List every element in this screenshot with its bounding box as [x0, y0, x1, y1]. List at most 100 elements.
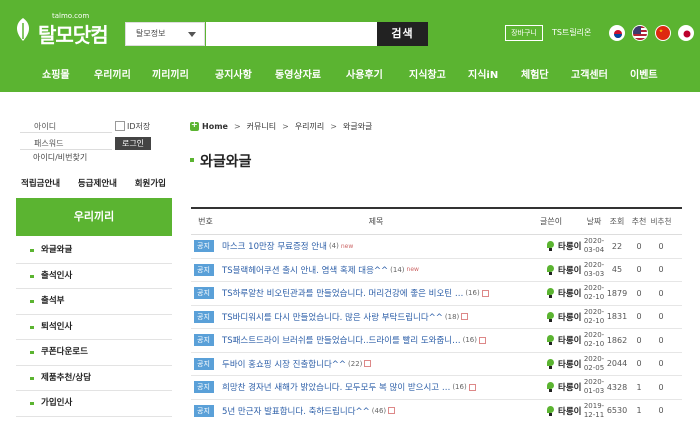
- logo-text: 탈모닷컴: [38, 23, 109, 47]
- row-subject[interactable]: 5년 만근자 발표합니다. 축하드립니다^^ (46): [220, 405, 530, 417]
- nav-item-knowledge[interactable]: 지식창고: [409, 64, 446, 87]
- row-subject[interactable]: 두바이 홍쇼핑 시장 진출합니다^^ (22): [220, 358, 530, 370]
- header-nrec: 비추천: [650, 216, 672, 226]
- search-button[interactable]: 검색: [377, 22, 428, 46]
- row-author[interactable]: 타롱이: [530, 287, 582, 299]
- date-day: 12-11: [583, 410, 605, 419]
- save-id-checkbox[interactable]: [115, 121, 125, 131]
- nav-item-shop[interactable]: 쇼핑몰: [42, 64, 70, 87]
- subject-link[interactable]: TS블랙헤어쿠션 출시 안내. 염색 혹제 대응^^: [222, 266, 388, 276]
- nav-item-support[interactable]: 고객센터: [571, 64, 608, 87]
- nav-item-videos[interactable]: 동영상자료: [275, 64, 321, 87]
- row-no: 공지: [191, 240, 220, 253]
- flag-japan-icon[interactable]: [678, 25, 694, 41]
- subject-link[interactable]: 마스크 10만장 무료증정 안내: [222, 242, 327, 252]
- home-icon: [190, 120, 199, 131]
- new-badge: new: [406, 266, 419, 274]
- find-account-link[interactable]: 아이디/비번찾기: [33, 152, 87, 163]
- breadcrumb-community[interactable]: 커뮤니티: [247, 121, 276, 132]
- subject-link[interactable]: 두바이 홍쇼핑 시장 진출합니다^^: [222, 360, 346, 370]
- id-field[interactable]: 아이디: [20, 119, 112, 133]
- notice-badge: 공지: [193, 404, 214, 417]
- row-subject[interactable]: TS블랙헤어쿠션 출시 안내. 염색 혹제 대응^^ (14) new: [220, 264, 530, 276]
- row-views: 1831: [606, 312, 628, 322]
- sidebar-item-leave-greeting[interactable]: 퇴석인사: [16, 315, 172, 340]
- nav-item-knowledge-in[interactable]: 지식iN: [468, 64, 498, 87]
- table-row[interactable]: 공지 마스크 10만장 무료증정 안내 (4) new 타롱이 2020- 03-04 22 0…: [191, 235, 682, 259]
- quick-link-points[interactable]: 적립금안내: [21, 177, 60, 189]
- author-name: 타롱이: [558, 383, 582, 394]
- nav-item-trial[interactable]: 체험단: [521, 64, 549, 87]
- row-no: 공지: [191, 287, 220, 300]
- nav-item-our-group[interactable]: 우리끼리: [94, 64, 131, 87]
- breadcrumb-our-group[interactable]: 우리끼리: [295, 121, 324, 132]
- sidebar-item-waglewagle[interactable]: 와글와글: [16, 238, 172, 264]
- row-author[interactable]: 타롱이: [530, 334, 582, 346]
- row-author[interactable]: 타롱이: [530, 311, 582, 323]
- subject-link[interactable]: TS바디워시를 다시 만들었습니다. 많은 사랑 부탁드립니다^^: [222, 313, 443, 323]
- flag-korea-icon[interactable]: [609, 25, 625, 41]
- row-rec: 0: [636, 312, 642, 322]
- subject-link[interactable]: 5년 만근자 발표합니다. 축하드립니다^^: [222, 407, 370, 417]
- row-author[interactable]: 타롱이: [530, 381, 582, 393]
- breadcrumb-home[interactable]: Home: [202, 122, 228, 131]
- row-views: 4328: [606, 382, 628, 392]
- author-name: 타롱이: [558, 336, 582, 347]
- board-body: 공지 마스크 10만장 무료증정 안내 (4) new 타롱이 2020- 03-04 22 0…: [191, 235, 682, 421]
- table-row[interactable]: 공지 TS블랙헤어쿠션 출시 안내. 염색 혹제 대응^^ (14) new 타롱이 20…: [191, 259, 682, 282]
- row-author[interactable]: 타롱이: [530, 264, 582, 276]
- table-row[interactable]: 공지 TS패스트드라이 브러쉬를 만들었습니다..드라이를 빨리 도와줍니… (16…: [191, 329, 682, 353]
- row-nrec: 0: [658, 312, 664, 322]
- row-author[interactable]: 타롱이: [530, 240, 582, 252]
- breadcrumb-current[interactable]: 와글와글: [343, 121, 372, 132]
- logo[interactable]: talmo.com 탈모닷컴: [12, 9, 112, 47]
- avatar-icon: [546, 405, 555, 416]
- login-button[interactable]: 로그인: [115, 136, 151, 150]
- comment-count: (22): [348, 359, 363, 368]
- flag-china-icon[interactable]: [655, 25, 671, 41]
- nav-item-reviews[interactable]: 사용후기: [346, 64, 383, 87]
- row-date: 2020- 01-03: [582, 378, 606, 396]
- family-site-link[interactable]: TS트릴리온: [552, 27, 591, 38]
- search-input[interactable]: [206, 22, 377, 46]
- nav-item-group[interactable]: 끼리끼리: [152, 64, 189, 87]
- table-row[interactable]: 공지 TS바디워시를 다시 만들었습니다. 많은 사랑 부탁드립니다^^ (18) 타…: [191, 306, 682, 329]
- row-rec: 0: [636, 359, 642, 369]
- sidebar-item-coupon[interactable]: 쿠폰다운로드: [16, 340, 172, 366]
- sidebar-item-recommend[interactable]: 제품추천/상담: [16, 366, 172, 391]
- sidebar-item-attendance-greeting[interactable]: 출석인사: [16, 264, 172, 289]
- row-subject[interactable]: 마스크 10만장 무료증정 안내 (4) new: [220, 240, 530, 252]
- quick-links: 적립금안내 등급제안내 회원가입: [21, 177, 166, 189]
- quick-link-grades[interactable]: 등급제안내: [78, 177, 117, 189]
- cart-button[interactable]: 장바구니: [505, 25, 543, 41]
- flag-usa-icon[interactable]: [632, 25, 648, 41]
- row-subject[interactable]: 희망찬 경자년 새해가 밝았습니다. 모두모두 복 많이 받으시고 … (16): [220, 381, 530, 393]
- table-row[interactable]: 공지 5년 만근자 발표합니다. 축하드립니다^^ (46) 타롱이 2019- 12-1…: [191, 400, 682, 421]
- subject-link[interactable]: TS패스트드라이 브러쉬를 만들었습니다..드라이를 빨리 도와줍니…: [222, 336, 461, 346]
- row-views: 1862: [606, 335, 628, 345]
- table-row[interactable]: 공지 희망찬 경자년 새해가 밝았습니다. 모두모두 복 많이 받으시고 … (16…: [191, 376, 682, 400]
- row-no: 공지: [191, 310, 220, 323]
- table-row[interactable]: 공지 TS하루알찬 비오틴관과를 만들었습니다. 머리건강에 좋은 비오틴 … (1…: [191, 282, 682, 306]
- row-author[interactable]: 타롱이: [530, 358, 582, 370]
- row-subject[interactable]: TS바디워시를 다시 만들었습니다. 많은 사랑 부탁드립니다^^ (18): [220, 311, 530, 323]
- row-subject[interactable]: TS하루알찬 비오틴관과를 만들었습니다. 머리건강에 좋은 비오틴 … (16): [220, 287, 530, 299]
- nav-item-event[interactable]: 이벤트: [630, 64, 658, 87]
- sidebar-item-attendance[interactable]: 출석부: [16, 289, 172, 315]
- subject-link[interactable]: 희망찬 경자년 새해가 밝았습니다. 모두모두 복 많이 받으시고 …: [222, 383, 450, 393]
- login-id-row: 아이디 ID저장: [20, 119, 150, 133]
- comment-count: (14): [390, 265, 405, 274]
- quick-link-signup[interactable]: 회원가입: [135, 177, 166, 189]
- table-row[interactable]: 공지 두바이 홍쇼핑 시장 진출합니다^^ (22) 타롱이 2020- 02-05 204…: [191, 353, 682, 376]
- sidebar-title: 우리끼리: [16, 198, 172, 236]
- subject-link[interactable]: TS하루알찬 비오틴관과를 만들었습니다. 머리건강에 좋은 비오틴 …: [222, 289, 463, 299]
- sidebar-item-join-greeting[interactable]: 가입인사: [16, 391, 172, 417]
- search-category-select[interactable]: 탈모정보: [125, 22, 205, 46]
- avatar-icon: [546, 358, 555, 369]
- row-subject[interactable]: TS패스트드라이 브러쉬를 만들었습니다..드라이를 빨리 도와줍니… (16): [220, 334, 530, 346]
- nav-item-notice[interactable]: 공지사항: [215, 64, 252, 87]
- row-nrec: 0: [658, 265, 664, 275]
- date-day: 02-05: [583, 363, 605, 372]
- password-field[interactable]: 패스워드: [20, 136, 112, 150]
- row-author[interactable]: 타롱이: [530, 405, 582, 417]
